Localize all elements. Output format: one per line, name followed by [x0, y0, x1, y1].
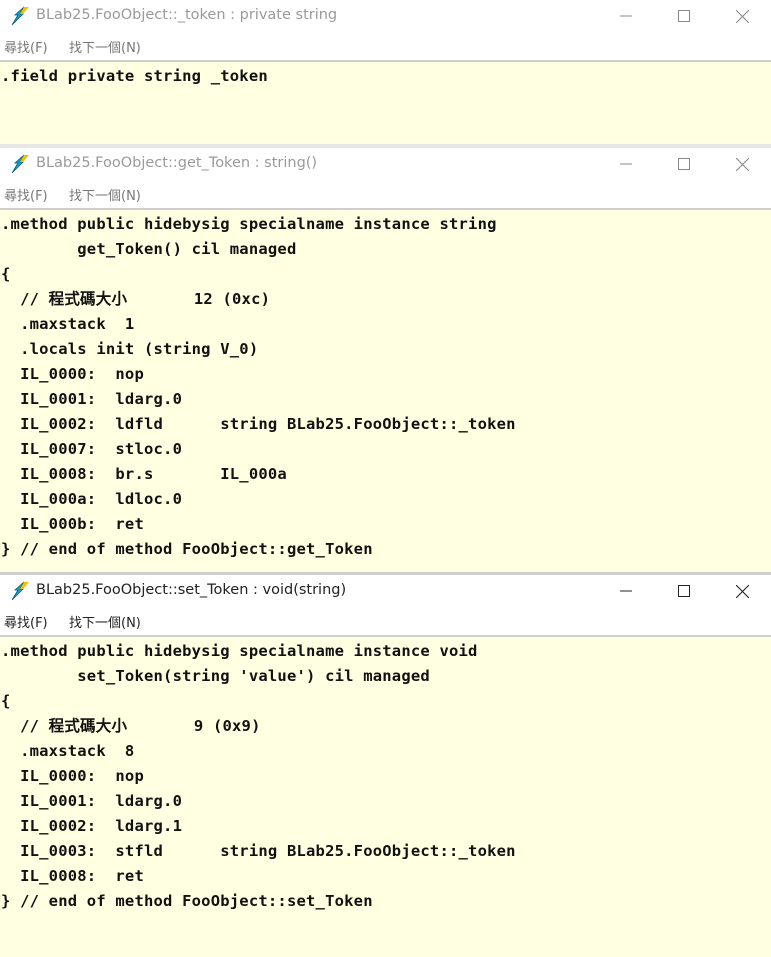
menu-find-next[interactable]: 找下一個(N): [69, 612, 141, 631]
ildasm-lightning-icon: [11, 154, 29, 174]
menu-bar: 尋找(F) 找下一個(N): [0, 32, 771, 60]
close-button[interactable]: [713, 575, 771, 607]
window-title: BLab25.FooObject::set_Token : void(strin…: [36, 582, 347, 598]
menu-find[interactable]: 尋找(F): [4, 37, 48, 56]
close-button[interactable]: [713, 0, 771, 32]
il-code-text: .method public hidebysig specialname ins…: [1, 215, 516, 558]
menu-find-next[interactable]: 找下一個(N): [69, 37, 141, 56]
minimize-button[interactable]: [597, 575, 655, 607]
menu-find[interactable]: 尋找(F): [4, 612, 48, 631]
maximize-icon: [678, 158, 690, 170]
code-editor[interactable]: .method public hidebysig specialname ins…: [0, 208, 771, 572]
minimize-button[interactable]: [597, 148, 655, 180]
code-editor[interactable]: .method public hidebysig specialname ins…: [0, 635, 771, 957]
maximize-icon: [678, 10, 690, 22]
code-editor[interactable]: .field private string _token: [0, 60, 771, 144]
minimize-icon: [620, 590, 632, 592]
maximize-button[interactable]: [655, 148, 713, 180]
window-title: BLab25.FooObject::_token : private strin…: [36, 7, 338, 23]
close-icon: [735, 584, 749, 598]
window-title: BLab25.FooObject::get_Token : string(): [36, 155, 318, 171]
il-code-text: .field private string _token: [1, 67, 268, 85]
close-button[interactable]: [713, 148, 771, 180]
menu-find-next[interactable]: 找下一個(N): [69, 185, 141, 204]
close-icon: [735, 157, 749, 171]
minimize-icon: [620, 15, 632, 17]
window-field-token: BLab25.FooObject::_token : private strin…: [0, 0, 771, 144]
ildasm-lightning-icon: [11, 581, 29, 601]
window-get-token: BLab25.FooObject::get_Token : string() 尋…: [0, 148, 771, 572]
ildasm-lightning-icon: [11, 6, 29, 26]
menu-bar: 尋找(F) 找下一個(N): [0, 180, 771, 208]
maximize-button[interactable]: [655, 0, 713, 32]
close-icon: [735, 9, 749, 23]
minimize-button[interactable]: [597, 0, 655, 32]
il-code-text: .method public hidebysig specialname ins…: [1, 642, 516, 910]
title-bar[interactable]: BLab25.FooObject::set_Token : void(strin…: [0, 575, 771, 607]
menu-find[interactable]: 尋找(F): [4, 185, 48, 204]
maximize-icon: [678, 585, 690, 597]
menu-bar: 尋找(F) 找下一個(N): [0, 607, 771, 635]
maximize-button[interactable]: [655, 575, 713, 607]
window-set-token: BLab25.FooObject::set_Token : void(strin…: [0, 575, 771, 957]
minimize-icon: [620, 163, 632, 165]
title-bar[interactable]: BLab25.FooObject::_token : private strin…: [0, 0, 771, 32]
title-bar[interactable]: BLab25.FooObject::get_Token : string(): [0, 148, 771, 180]
